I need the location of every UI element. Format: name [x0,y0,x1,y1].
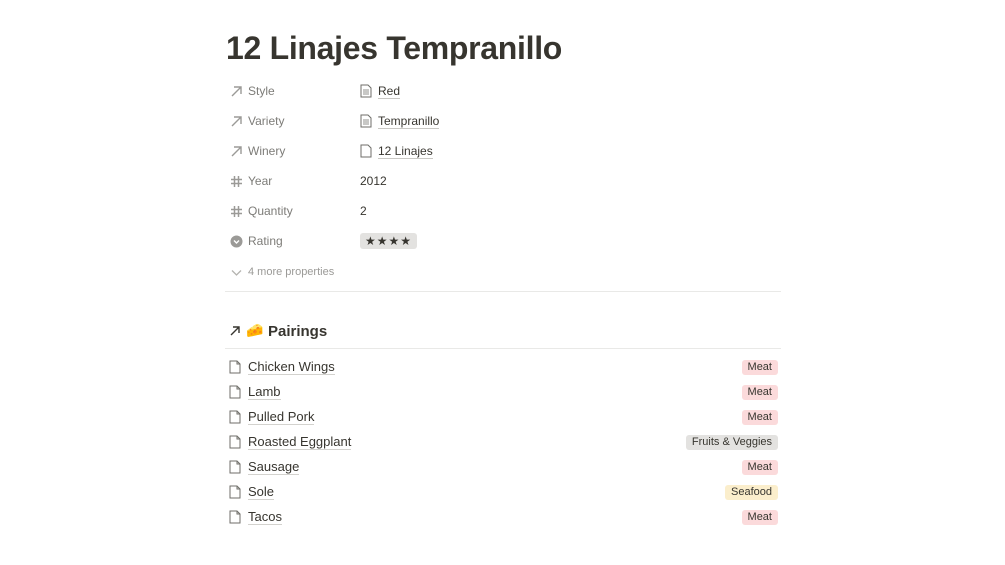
property-winery[interactable]: Winery 12 Linajes [225,136,781,166]
page-icon [229,485,241,499]
list-item-title[interactable]: Chicken Wings [248,359,335,375]
more-properties-toggle[interactable]: 4 more properties [225,262,525,282]
page-icon [229,435,241,449]
property-variety[interactable]: Variety Tempranillo [225,106,781,136]
property-quantity[interactable]: Quantity 2 [225,196,781,226]
list-item-title[interactable]: Tacos [248,509,282,525]
page-icon [360,84,372,98]
number-hash-icon [229,204,243,218]
category-tag: Meat [741,459,778,475]
property-value-style[interactable]: Red [360,84,401,99]
property-name-rating: Rating [248,234,283,248]
category-tag: Meat [741,359,778,375]
list-item[interactable]: Pulled Pork Meat [225,406,781,428]
relation-arrow-icon [229,84,243,98]
relation-arrow-icon [229,144,243,158]
relation-link-12-linajes[interactable]: 12 Linajes [378,144,433,159]
list-item[interactable]: Sole Seafood [225,481,781,503]
list-item-title[interactable]: Lamb [248,384,281,400]
page-icon [360,114,372,128]
property-name-year: Year [248,174,273,188]
properties-divider [225,291,781,292]
category-tag: Meat [741,384,778,400]
pairings-header[interactable]: 🧀 Pairings [225,320,781,342]
list-item-title[interactable]: Sole [248,484,275,500]
category-tag: Meat [741,409,778,425]
property-name-quantity: Quantity [248,204,293,218]
rating-select-tag[interactable]: ★★★★ [360,233,418,249]
number-hash-icon [229,174,243,188]
page-title[interactable]: 12 Linajes Tempranillo [226,30,562,67]
list-item[interactable]: Roasted Eggplant Fruits & Veggies [225,431,781,453]
property-name-winery: Winery [248,144,286,158]
category-tag: Meat [741,509,778,525]
relation-arrow-icon [229,114,243,128]
more-properties-label: 4 more properties [248,266,335,278]
property-style[interactable]: Style Red [225,76,781,106]
list-item-title[interactable]: Sausage [248,459,300,475]
list-item[interactable]: Tacos Meat [225,506,781,528]
property-rating[interactable]: Rating ★★★★ [225,226,781,256]
category-tag: Fruits & Veggies [685,434,778,450]
linked-arrow-icon [229,324,241,342]
relation-link-red[interactable]: Red [378,84,401,99]
property-year[interactable]: Year 2012 [225,166,781,196]
relation-link-tempranillo[interactable]: Tempranillo [378,114,440,129]
pairings-title[interactable]: Pairings [268,323,327,340]
page-icon [229,510,241,524]
list-item-title[interactable]: Pulled Pork [248,409,315,425]
cheese-emoji-icon: 🧀 [246,322,264,338]
page-icon [229,460,241,474]
page-icon [229,360,241,374]
chevron-down-icon [229,265,243,279]
page-icon [360,144,372,158]
property-value-winery[interactable]: 12 Linajes [360,144,433,159]
property-value-year[interactable]: 2012 [360,174,387,188]
page-icon [229,385,241,399]
page-icon [229,410,241,424]
pairings-header-divider [225,348,781,349]
property-value-rating[interactable]: ★★★★ [360,233,418,249]
property-name-style: Style [248,84,275,98]
property-value-quantity[interactable]: 2 [360,204,367,218]
list-item-title[interactable]: Roasted Eggplant [248,434,352,450]
list-item[interactable]: Chicken Wings Meat [225,356,781,378]
list-item[interactable]: Lamb Meat [225,381,781,403]
property-value-variety[interactable]: Tempranillo [360,114,440,129]
property-name-variety: Variety [248,114,285,128]
category-tag: Seafood [725,484,778,500]
select-icon [229,234,243,248]
list-item[interactable]: Sausage Meat [225,456,781,478]
